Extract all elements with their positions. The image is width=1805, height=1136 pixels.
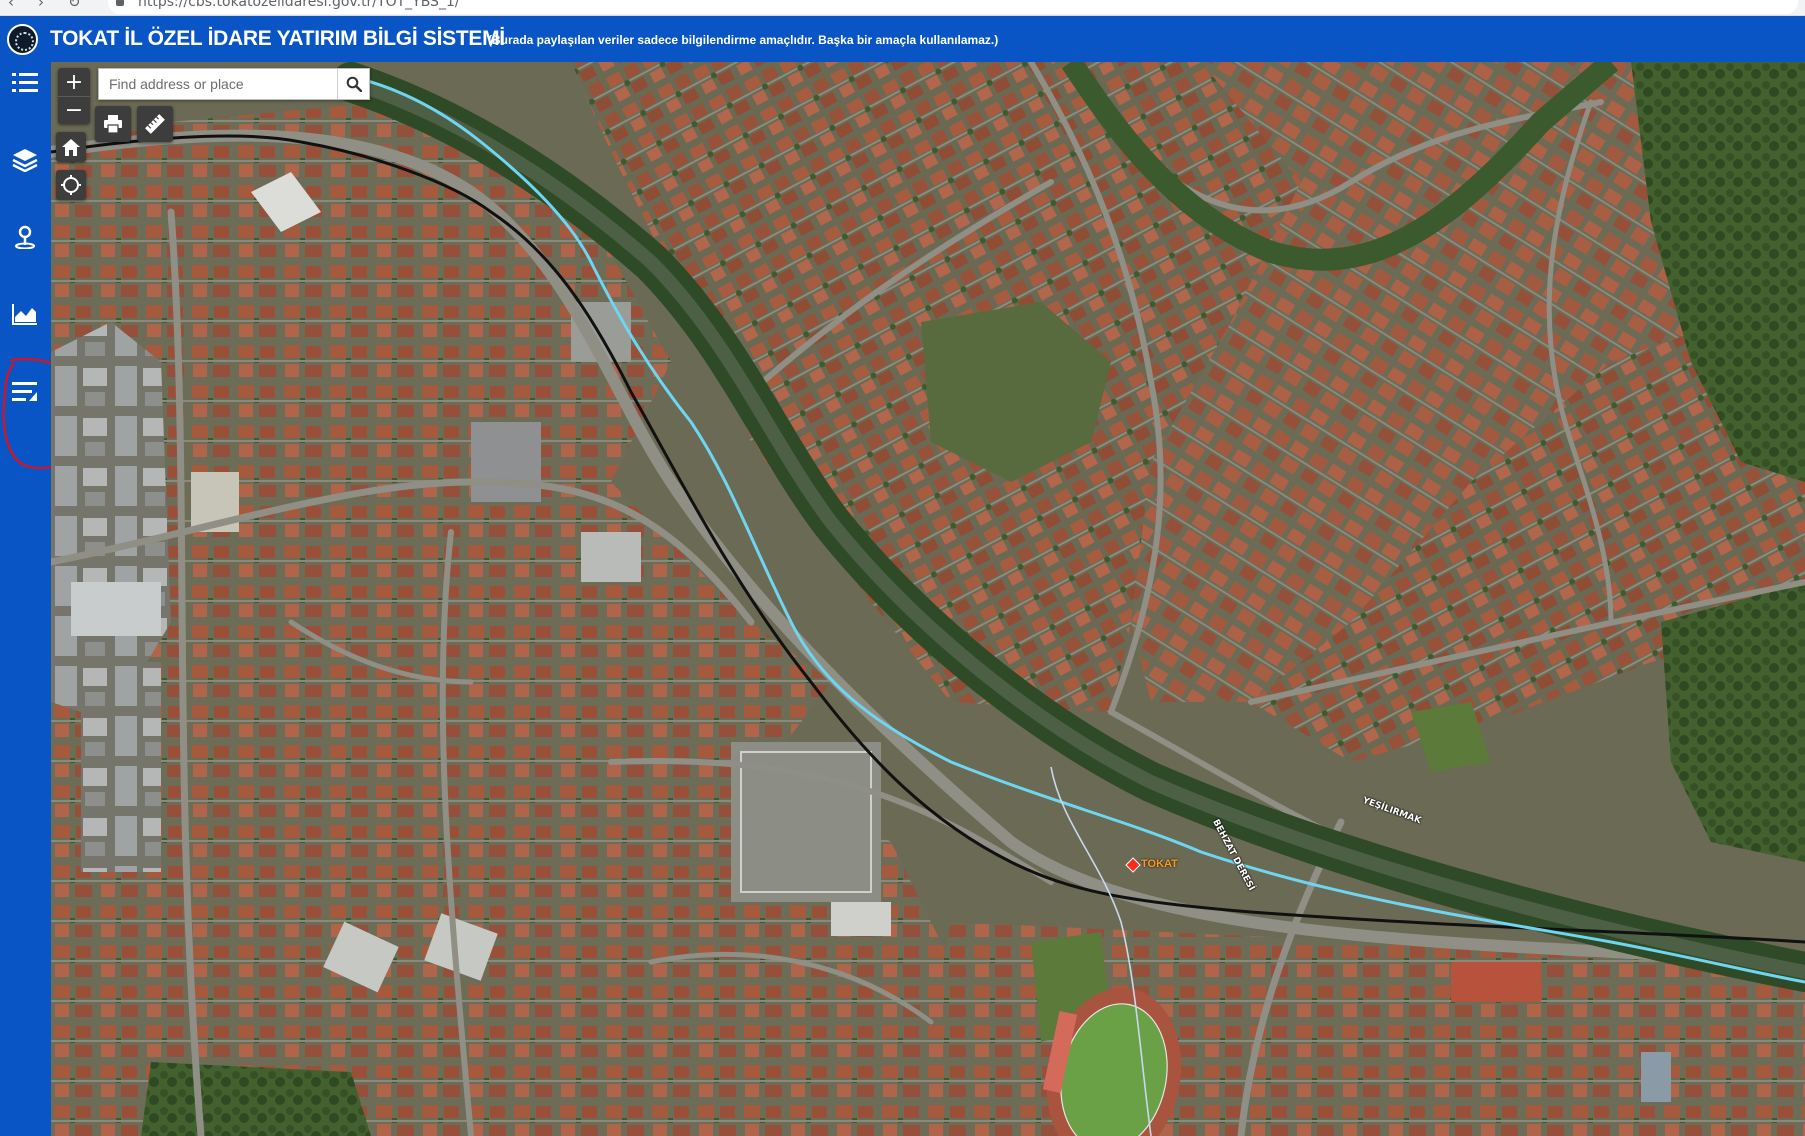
- print-button[interactable]: [95, 106, 131, 142]
- sidebar-item-layers[interactable]: [6, 141, 44, 179]
- zoom-in-button[interactable]: +: [58, 68, 90, 96]
- browser-address-bar: ‹ › ↻ https://cbs.tokatozelidaresi.gov.t…: [0, 0, 1805, 16]
- home-icon: [62, 138, 80, 156]
- map-view[interactable]: YEŞİLIRMAK BEHZAT DERESİ TOKAT + −: [51, 62, 1805, 1136]
- lock-icon: [116, 0, 124, 6]
- home-button[interactable]: [56, 132, 86, 162]
- locate-icon: [61, 175, 81, 195]
- zoom-out-button[interactable]: −: [58, 96, 90, 124]
- satellite-basemap[interactable]: [51, 62, 1805, 1136]
- search-button[interactable]: [337, 69, 369, 99]
- reload-icon[interactable]: ↻: [68, 0, 81, 11]
- list-icon: [12, 73, 38, 92]
- app-title: TOKAT İL ÖZEL İDARE YATIRIM BİLGİ SİSTEM…: [50, 27, 505, 50]
- search-input[interactable]: [99, 69, 337, 99]
- forward-icon[interactable]: ›: [38, 0, 44, 11]
- area-chart-icon: [12, 304, 37, 325]
- sidebar-item-legend[interactable]: [6, 64, 44, 102]
- back-icon[interactable]: ‹: [8, 0, 14, 11]
- print-icon: [104, 115, 122, 133]
- measure-button[interactable]: [137, 106, 173, 142]
- search-box: [98, 68, 370, 100]
- disclaimer-note: (Burada paylaşılan veriler sadece bilgil…: [488, 33, 999, 47]
- search-icon: [346, 76, 362, 92]
- city-label: TOKAT: [1141, 858, 1178, 870]
- emblem-seal-icon: [7, 24, 38, 55]
- sidebar-item-chart[interactable]: [6, 295, 44, 333]
- sidebar: [0, 62, 51, 1136]
- locate-button[interactable]: [56, 170, 86, 200]
- location-pin-icon: [15, 225, 35, 249]
- sidebar-item-location[interactable]: [6, 218, 44, 256]
- app-header: TOKAT İL ÖZEL İDARE YATIRIM BİLGİ SİSTEM…: [0, 16, 1805, 62]
- zoom-control: + −: [58, 68, 90, 124]
- ruler-icon: [145, 114, 165, 134]
- layers-icon: [12, 149, 38, 172]
- url-text[interactable]: https://cbs.tokatozelidaresi.gov.tr/TOT_…: [138, 0, 460, 10]
